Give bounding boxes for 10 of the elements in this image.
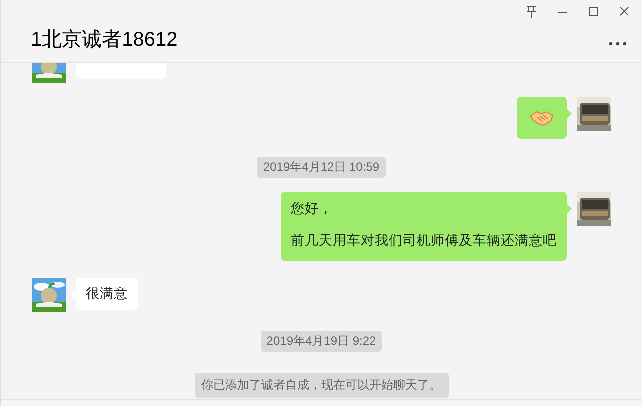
timestamp: 2019年4月12日 10:59 — [257, 157, 386, 178]
window-title: 1北京诚者18612 — [31, 28, 178, 53]
message-text: 很满意 — [86, 286, 128, 302]
pin-icon[interactable] — [526, 6, 537, 18]
message-text: 前几天用车对我们司机师傅及车辆还满意吧 — [291, 233, 557, 249]
maximize-icon[interactable] — [588, 6, 599, 18]
message-text: 您好， — [291, 201, 334, 217]
timestamp: 2019年4月19日 9:22 — [260, 331, 382, 352]
close-icon[interactable] — [619, 6, 630, 18]
system-notice: 你已添加了诚者自成，现在可以开始聊天了。 — [194, 373, 448, 398]
